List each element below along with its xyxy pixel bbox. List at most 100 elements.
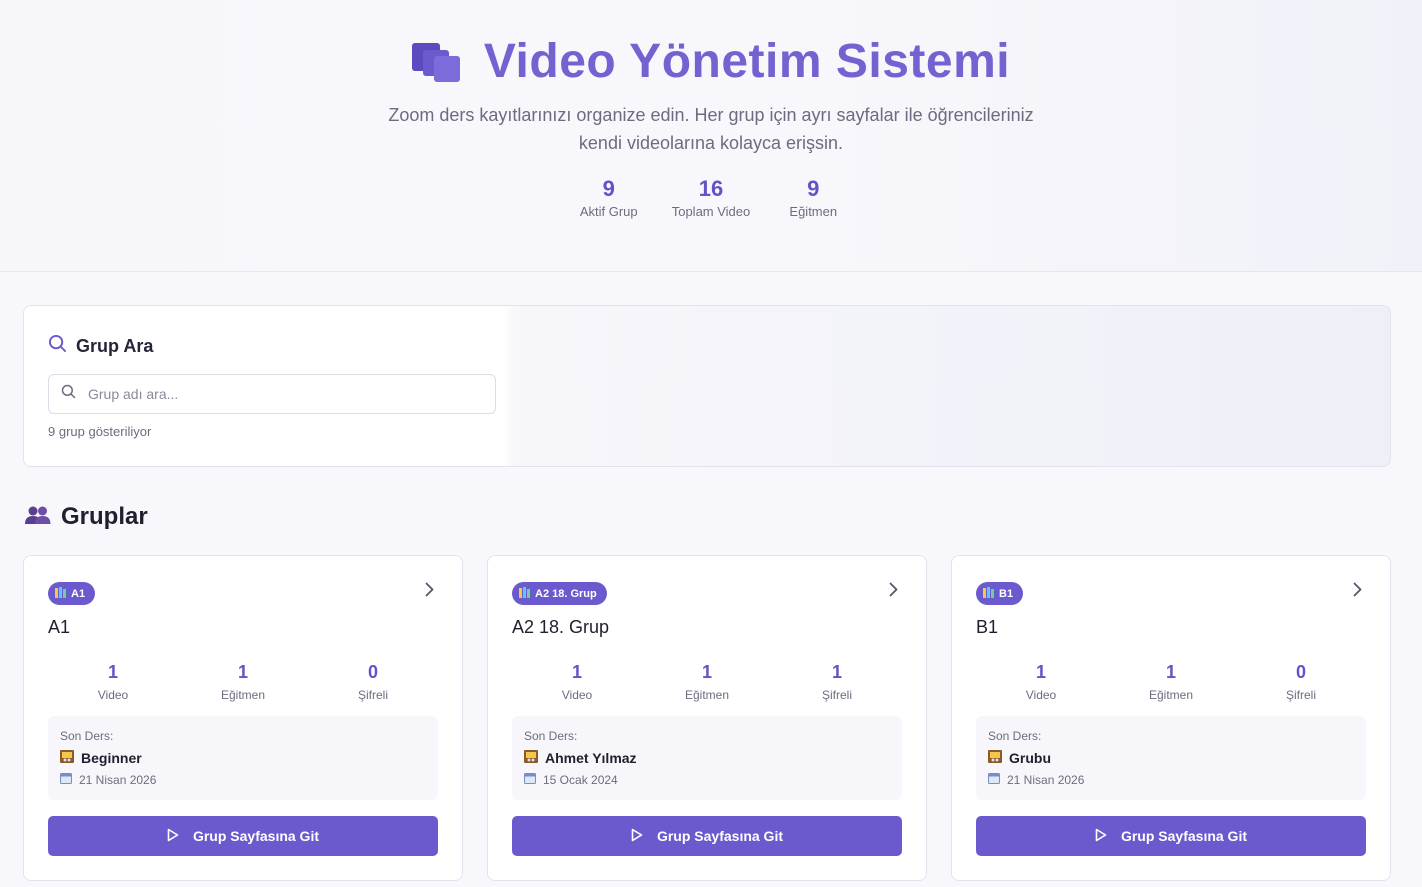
- chevron-right-icon[interactable]: [425, 582, 434, 602]
- group-stats: 1 Video 1 Eğitmen 0 Şifreli: [976, 660, 1366, 702]
- hero-stats: 9 Aktif Grup 16 Toplam Video 9 Eğitmen: [0, 174, 1422, 219]
- group-stat-instructors: 1 Eğitmen: [178, 660, 308, 702]
- group-stat-locked: 0 Şifreli: [308, 660, 438, 702]
- stat-value: 1: [571, 662, 582, 682]
- group-stats: 1 Video 1 Eğitmen 1 Şifreli: [512, 660, 902, 702]
- subtitle-line: Zoom ders kayıtlarınızı organize edin. H…: [388, 105, 1034, 125]
- search-icon: [48, 334, 67, 358]
- group-card[interactable]: B1 B1 1 Video 1 Eğitmen 0 Şifreli Son De…: [951, 555, 1391, 881]
- last-lesson-date-row: 21 Nisan 2026: [60, 772, 426, 787]
- stat-value: 1: [831, 662, 842, 682]
- search-result-count: 9 grup gösteriliyor: [48, 424, 152, 439]
- last-lesson-label: Son Ders:: [60, 729, 114, 743]
- calendar-icon: [60, 772, 72, 787]
- stat-value: 9: [602, 176, 615, 201]
- group-badge-label: A1: [71, 587, 86, 600]
- search-input[interactable]: [88, 386, 468, 402]
- group-stat-videos: 1 Video: [976, 660, 1106, 702]
- groups-heading-label: Gruplar: [61, 503, 148, 530]
- stat-value: 9: [807, 176, 820, 201]
- stat-label: Video: [1025, 688, 1057, 702]
- stat-active-groups: 9 Aktif Grup: [578, 174, 640, 219]
- last-lesson-label: Son Ders:: [524, 729, 578, 743]
- go-to-group-button[interactable]: Grup Sayfasına Git: [976, 816, 1366, 856]
- video-folder-icon: [411, 41, 462, 83]
- groups-heading: Gruplar: [25, 503, 148, 531]
- search-card: Grup Ara 9 grup gösteriliyor: [23, 305, 1391, 467]
- last-lesson-box: Son Ders: Beginner 21 Nisan 2026: [48, 716, 438, 800]
- page-title: Video Yönetim Sistemi: [483, 35, 1011, 88]
- last-lesson-label: Son Ders:: [988, 729, 1042, 743]
- calendar-icon: [988, 772, 1000, 787]
- group-stat-instructors: 1 Eğitmen: [1106, 660, 1236, 702]
- stat-label: Eğitmen: [789, 204, 838, 219]
- group-stat-locked: 0 Şifreli: [1236, 660, 1366, 702]
- group-badge: A2 18. Grup: [512, 582, 607, 605]
- stat-label: Aktif Grup: [579, 204, 638, 219]
- last-lesson-box: Son Ders: Grubu 21 Nisan 2026: [976, 716, 1366, 800]
- chevron-right-icon[interactable]: [1353, 582, 1362, 602]
- stat-label: Video: [561, 688, 593, 702]
- stat-value: 1: [1035, 662, 1046, 682]
- last-lesson-name-row: Beginner: [60, 750, 426, 766]
- group-stats: 1 Video 1 Eğitmen 0 Şifreli: [48, 660, 438, 702]
- search-box[interactable]: [48, 374, 496, 414]
- play-icon: [1095, 828, 1107, 845]
- group-title: A2 18. Grup: [512, 617, 610, 637]
- group-card[interactable]: A1 A1 1 Video 1 Eğitmen 0 Şifreli Son De…: [23, 555, 463, 881]
- page-subtitle: Zoom ders kayıtlarınızı organize edin. H…: [371, 101, 1051, 157]
- last-lesson-name-row: Grubu: [988, 750, 1354, 766]
- calendar-icon: [524, 772, 536, 787]
- search-icon: [61, 384, 76, 404]
- books-icon: [983, 586, 995, 601]
- stat-label: Eğitmen: [684, 688, 730, 702]
- stat-instructors: 9 Eğitmen: [782, 174, 844, 219]
- subtitle-line: kendi videolarına kolayca erişsin.: [578, 133, 844, 153]
- search-heading: Grup Ara: [48, 334, 153, 358]
- last-lesson-name: Beginner: [81, 750, 142, 766]
- last-lesson-name-row: Ahmet Yılmaz: [524, 750, 890, 766]
- group-badge: A1: [48, 582, 96, 605]
- play-icon: [631, 828, 643, 845]
- page-title-row: Video Yönetim Sistemi: [0, 34, 1422, 89]
- books-icon: [55, 586, 67, 601]
- group-stat-videos: 1 Video: [48, 660, 178, 702]
- last-lesson-box: Son Ders: Ahmet Yılmaz 15 Ocak 2024: [512, 716, 902, 800]
- group-title: B1: [976, 617, 999, 637]
- last-lesson-date-row: 15 Ocak 2024: [524, 772, 890, 787]
- last-lesson-name: Grubu: [1009, 750, 1051, 766]
- last-lesson-date: 15 Ocak 2024: [543, 772, 618, 787]
- last-lesson-date-row: 21 Nisan 2026: [988, 772, 1354, 787]
- group-stat-videos: 1 Video: [512, 660, 642, 702]
- users-icon: [25, 504, 51, 531]
- go-to-group-button[interactable]: Grup Sayfasına Git: [512, 816, 902, 856]
- stat-label: Eğitmen: [220, 688, 266, 702]
- go-to-group-button[interactable]: Grup Sayfasına Git: [48, 816, 438, 856]
- search-heading-label: Grup Ara: [76, 335, 154, 356]
- hero-section: Video Yönetim Sistemi Zoom ders kayıtlar…: [0, 0, 1422, 272]
- stat-label: Şifreli: [1285, 688, 1316, 702]
- stat-value: 1: [701, 662, 712, 682]
- group-card[interactable]: A2 18. Grup A2 18. Grup 1 Video 1 Eğitme…: [487, 555, 927, 881]
- teacher-icon: [524, 750, 538, 766]
- group-badge-label: B1: [999, 587, 1014, 600]
- last-lesson-name: Ahmet Yılmaz: [545, 750, 637, 766]
- stat-value: 0: [367, 662, 378, 682]
- play-icon: [167, 828, 179, 845]
- go-to-group-label: Grup Sayfasına Git: [656, 828, 784, 844]
- stat-label: Toplam Video: [671, 204, 751, 219]
- group-stat-locked: 1 Şifreli: [772, 660, 902, 702]
- last-lesson-date: 21 Nisan 2026: [79, 772, 157, 787]
- stat-value: 16: [698, 176, 724, 201]
- group-badge: B1: [976, 582, 1024, 605]
- stat-label: Şifreli: [357, 688, 388, 702]
- teacher-icon: [60, 750, 74, 766]
- group-title: A1: [48, 617, 71, 637]
- stat-total-videos: 16 Toplam Video: [672, 174, 751, 219]
- stat-label: Video: [97, 688, 129, 702]
- teacher-icon: [988, 750, 1002, 766]
- group-badge-label: A2 18. Grup: [535, 587, 597, 600]
- group-stat-instructors: 1 Eğitmen: [642, 660, 772, 702]
- go-to-group-label: Grup Sayfasına Git: [1120, 828, 1248, 844]
- chevron-right-icon[interactable]: [889, 582, 898, 602]
